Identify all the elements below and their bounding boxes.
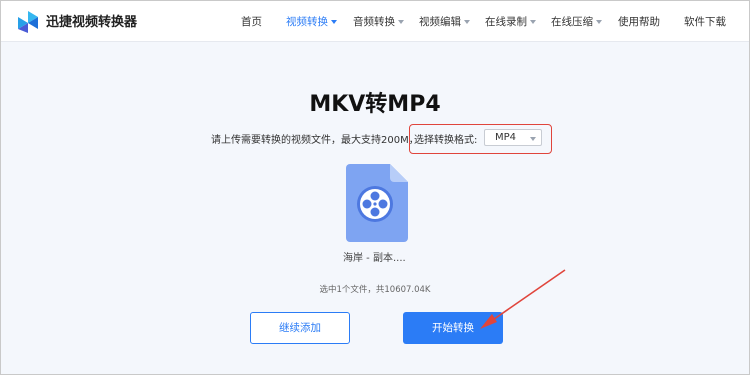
nav-video-convert[interactable]: 视频转换 <box>286 14 337 29</box>
page-title: MKV转MP4 <box>309 92 441 117</box>
format-label: 选择转换格式: <box>414 135 478 146</box>
nav-online-record[interactable]: 在线录制 <box>485 14 536 29</box>
chevron-down-icon <box>464 20 470 24</box>
chevron-down-icon <box>530 137 536 141</box>
logo-icon <box>18 11 38 33</box>
nav-video-convert-label: 视频转换 <box>286 16 328 28</box>
nav-video-edit[interactable]: 视频编辑 <box>419 14 470 29</box>
nav-audio-convert-label: 音频转换 <box>353 16 395 28</box>
upload-instruction: 请上传需要转换的视频文件，最大支持200M， <box>211 135 419 146</box>
chevron-down-icon <box>398 20 404 24</box>
nav-help[interactable]: 使用帮助 <box>618 14 660 29</box>
file-name: 海岸 - 副本.... <box>343 253 406 264</box>
nav-online-compress[interactable]: 在线压缩 <box>551 14 602 29</box>
nav-video-edit-label: 视频编辑 <box>419 16 461 28</box>
nav-help-label: 使用帮助 <box>618 16 660 28</box>
continue-add-button[interactable]: 继续添加 <box>250 312 350 344</box>
top-navbar: 迅捷视频转换器 首页 视频转换 音频转换 视频编辑 在线录制 在线压缩 使用帮助 <box>1 1 749 42</box>
brand-name[interactable]: 迅捷视频转换器 <box>46 11 137 30</box>
chevron-down-icon <box>530 20 536 24</box>
nav-online-record-label: 在线录制 <box>485 16 527 28</box>
format-select-value: MP4 <box>495 132 517 143</box>
format-select[interactable]: MP4 <box>484 129 542 146</box>
chevron-down-icon <box>331 20 337 24</box>
video-file-icon[interactable] <box>346 164 408 242</box>
nav-download[interactable]: 软件下载 <box>684 14 726 29</box>
nav-audio-convert[interactable]: 音频转换 <box>353 14 404 29</box>
chevron-down-icon <box>596 20 602 24</box>
nav-home[interactable]: 首页 <box>241 14 262 29</box>
start-convert-button[interactable]: 开始转换 <box>403 312 503 344</box>
selection-summary: 选中1个文件，共10607.04K <box>319 285 431 295</box>
nav-download-label: 软件下载 <box>684 16 726 28</box>
nav-online-compress-label: 在线压缩 <box>551 16 593 28</box>
nav-home-label: 首页 <box>241 16 262 28</box>
